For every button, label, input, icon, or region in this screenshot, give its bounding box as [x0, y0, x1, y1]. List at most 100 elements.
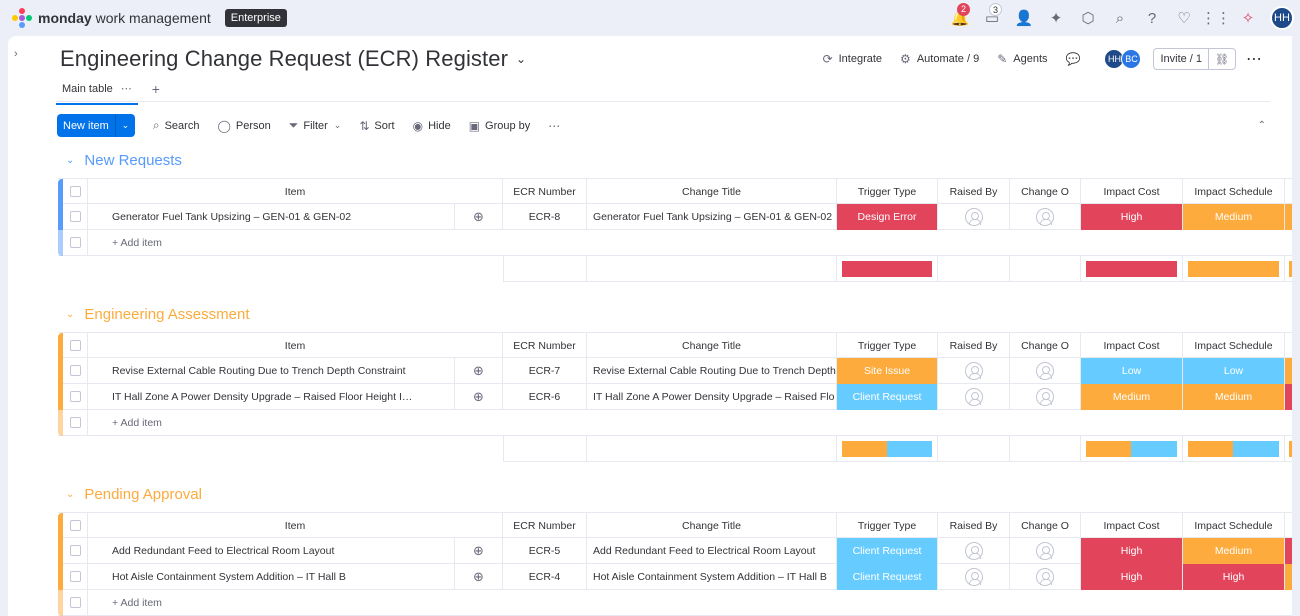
apps-marketplace-icon[interactable]: ⬡	[1072, 0, 1104, 36]
column-header-schedule[interactable]: Impact Schedule	[1183, 179, 1285, 205]
item-name-cell[interactable]: Generator Fuel Tank Upsizing – GEN-01 & …	[88, 204, 455, 230]
item-name-cell[interactable]: Add Redundant Feed to Electrical Room La…	[88, 538, 455, 564]
app-logo[interactable]: monday work management Enterprise	[12, 8, 287, 28]
change-owner-cell[interactable]	[1010, 538, 1081, 564]
board-more-options-icon[interactable]: ⋯	[1246, 49, 1262, 69]
board-title[interactable]: Engineering Change Request (ECR) Registe…	[60, 46, 508, 72]
column-header-item[interactable]: Item	[88, 333, 503, 359]
group-title[interactable]: ⌄ Engineering Assessment	[66, 306, 250, 323]
raised-by-cell[interactable]	[938, 538, 1010, 564]
expand-sidebar-chevron-icon[interactable]: ›	[14, 48, 18, 60]
item-name-cell[interactable]: Revise External Cable Routing Due to Tre…	[88, 358, 455, 384]
impact-cost-status[interactable]: Low	[1081, 358, 1183, 384]
summary-cell[interactable]	[1081, 436, 1183, 462]
ecr-number-cell[interactable]: ECR-6	[503, 384, 587, 410]
integrations-icon[interactable]: ✦	[1040, 0, 1072, 36]
table-row[interactable]: Add Redundant Feed to Electrical Room La…	[58, 538, 1300, 564]
column-header-cost[interactable]: Impact Cost	[1081, 513, 1183, 539]
column-header-raised[interactable]: Raised By	[938, 179, 1010, 205]
group-collapse-chevron-icon[interactable]: ⌄	[66, 309, 74, 320]
group-title[interactable]: ⌄ New Requests	[66, 152, 182, 169]
summary-cell[interactable]	[837, 256, 938, 282]
column-header-trigger[interactable]: Trigger Type	[837, 513, 938, 539]
add-update-icon[interactable]: ⊕	[455, 384, 503, 410]
tab-options-icon[interactable]: ⋯	[121, 82, 132, 95]
impact-schedule-status[interactable]: Medium	[1183, 538, 1285, 564]
column-header-ecr[interactable]: ECR Number	[503, 333, 587, 359]
add-item-row[interactable]: + Add item	[58, 410, 1292, 436]
select-all-checkbox[interactable]	[70, 340, 81, 351]
row-checkbox[interactable]	[70, 365, 81, 376]
row-checkbox[interactable]	[70, 391, 81, 402]
collapse-header-chevron-up-icon[interactable]: ⌃	[1258, 120, 1266, 131]
toolbar-more-icon[interactable]: ⋯	[548, 119, 565, 133]
agents-button[interactable]: ✎ Agents	[997, 52, 1047, 66]
heart-icon[interactable]: ♡	[1168, 0, 1200, 36]
add-item-input[interactable]: + Add item	[88, 230, 1292, 256]
filter-chevron-down-icon[interactable]: ⌄	[334, 120, 342, 131]
column-header-trigger[interactable]: Trigger Type	[837, 333, 938, 359]
impact-schedule-status[interactable]: Low	[1183, 358, 1285, 384]
invite-members-icon[interactable]: 👤	[1008, 0, 1040, 36]
change-owner-cell[interactable]	[1010, 564, 1081, 590]
copy-link-icon[interactable]: ⛓	[1208, 48, 1235, 70]
change-owner-cell[interactable]	[1010, 204, 1081, 230]
group-title[interactable]: ⌄ Pending Approval	[66, 486, 202, 503]
invite-button[interactable]: Invite / 1 ⛓	[1153, 48, 1236, 70]
impact-schedule-status[interactable]: Medium	[1183, 384, 1285, 410]
add-item-input[interactable]: + Add item	[88, 410, 1292, 436]
raised-by-cell[interactable]	[938, 384, 1010, 410]
ecr-number-cell[interactable]: ECR-4	[503, 564, 587, 590]
change-owner-cell[interactable]	[1010, 358, 1081, 384]
trigger-type-status[interactable]: Client Request	[837, 564, 938, 590]
search-icon[interactable]: ⌕	[1104, 0, 1136, 36]
inbox-icon[interactable]: ▭ 3	[976, 0, 1008, 36]
row-checkbox[interactable]	[70, 571, 81, 582]
summary-cell[interactable]	[1183, 256, 1285, 282]
column-header-raised[interactable]: Raised By	[938, 333, 1010, 359]
add-item-row[interactable]: + Add item	[58, 230, 1292, 256]
impact-cost-status[interactable]: High	[1081, 538, 1183, 564]
group-by-button[interactable]: ▣ Group by	[469, 119, 531, 133]
column-header-title[interactable]: Change Title	[587, 513, 837, 539]
add-update-icon[interactable]: ⊕	[455, 538, 503, 564]
ecr-number-cell[interactable]: ECR-5	[503, 538, 587, 564]
add-update-icon[interactable]: ⊕	[455, 204, 503, 230]
sort-button[interactable]: ⇅ Sort	[359, 119, 394, 133]
select-all-checkbox[interactable]	[70, 520, 81, 531]
column-header-ecr[interactable]: ECR Number	[503, 179, 587, 205]
column-header-item[interactable]: Item	[88, 513, 503, 539]
raised-by-cell[interactable]	[938, 358, 1010, 384]
column-header-cost[interactable]: Impact Cost	[1081, 333, 1183, 359]
user-avatar[interactable]: HH	[1270, 6, 1294, 30]
column-header-title[interactable]: Change Title	[587, 179, 837, 205]
table-row[interactable]: Hot Aisle Containment System Addition – …	[58, 564, 1300, 590]
impact-cost-status[interactable]: High	[1081, 204, 1183, 230]
row-checkbox[interactable]	[70, 211, 81, 222]
group-collapse-chevron-icon[interactable]: ⌄	[66, 489, 74, 500]
help-icon[interactable]: ?	[1136, 0, 1168, 36]
summary-cell[interactable]	[1081, 256, 1183, 282]
column-header-title[interactable]: Change Title	[587, 333, 837, 359]
item-name-cell[interactable]: Hot Aisle Containment System Addition – …	[88, 564, 455, 590]
column-header-schedule[interactable]: Impact Schedule	[1183, 333, 1285, 359]
apps-grid-icon[interactable]: ⋮⋮	[1200, 0, 1232, 36]
column-header-cost[interactable]: Impact Cost	[1081, 179, 1183, 205]
new-item-chevron-down-icon[interactable]: ⌄	[114, 114, 135, 137]
monday-products-icon[interactable]: ✧	[1232, 0, 1264, 36]
column-header-trigger[interactable]: Trigger Type	[837, 179, 938, 205]
trigger-type-status[interactable]: Design Error	[837, 204, 938, 230]
board-title-chevron-down-icon[interactable]: ⌄	[516, 52, 526, 66]
filter-button[interactable]: ⏷ Filter ⌄	[289, 118, 342, 133]
add-item-input[interactable]: + Add item	[88, 590, 1292, 616]
raised-by-cell[interactable]	[938, 204, 1010, 230]
change-title-cell[interactable]: IT Hall Zone A Power Density Upgrade – R…	[587, 384, 837, 410]
select-all-checkbox[interactable]	[70, 186, 81, 197]
row-checkbox[interactable]	[70, 545, 81, 556]
impact-cost-status[interactable]: High	[1081, 564, 1183, 590]
item-name-cell[interactable]: IT Hall Zone A Power Density Upgrade – R…	[88, 384, 455, 410]
integrate-button[interactable]: ⟳ Integrate	[823, 52, 882, 66]
trigger-type-status[interactable]: Client Request	[837, 384, 938, 410]
column-header-owner[interactable]: Change O	[1010, 179, 1081, 205]
ecr-number-cell[interactable]: ECR-8	[503, 204, 587, 230]
